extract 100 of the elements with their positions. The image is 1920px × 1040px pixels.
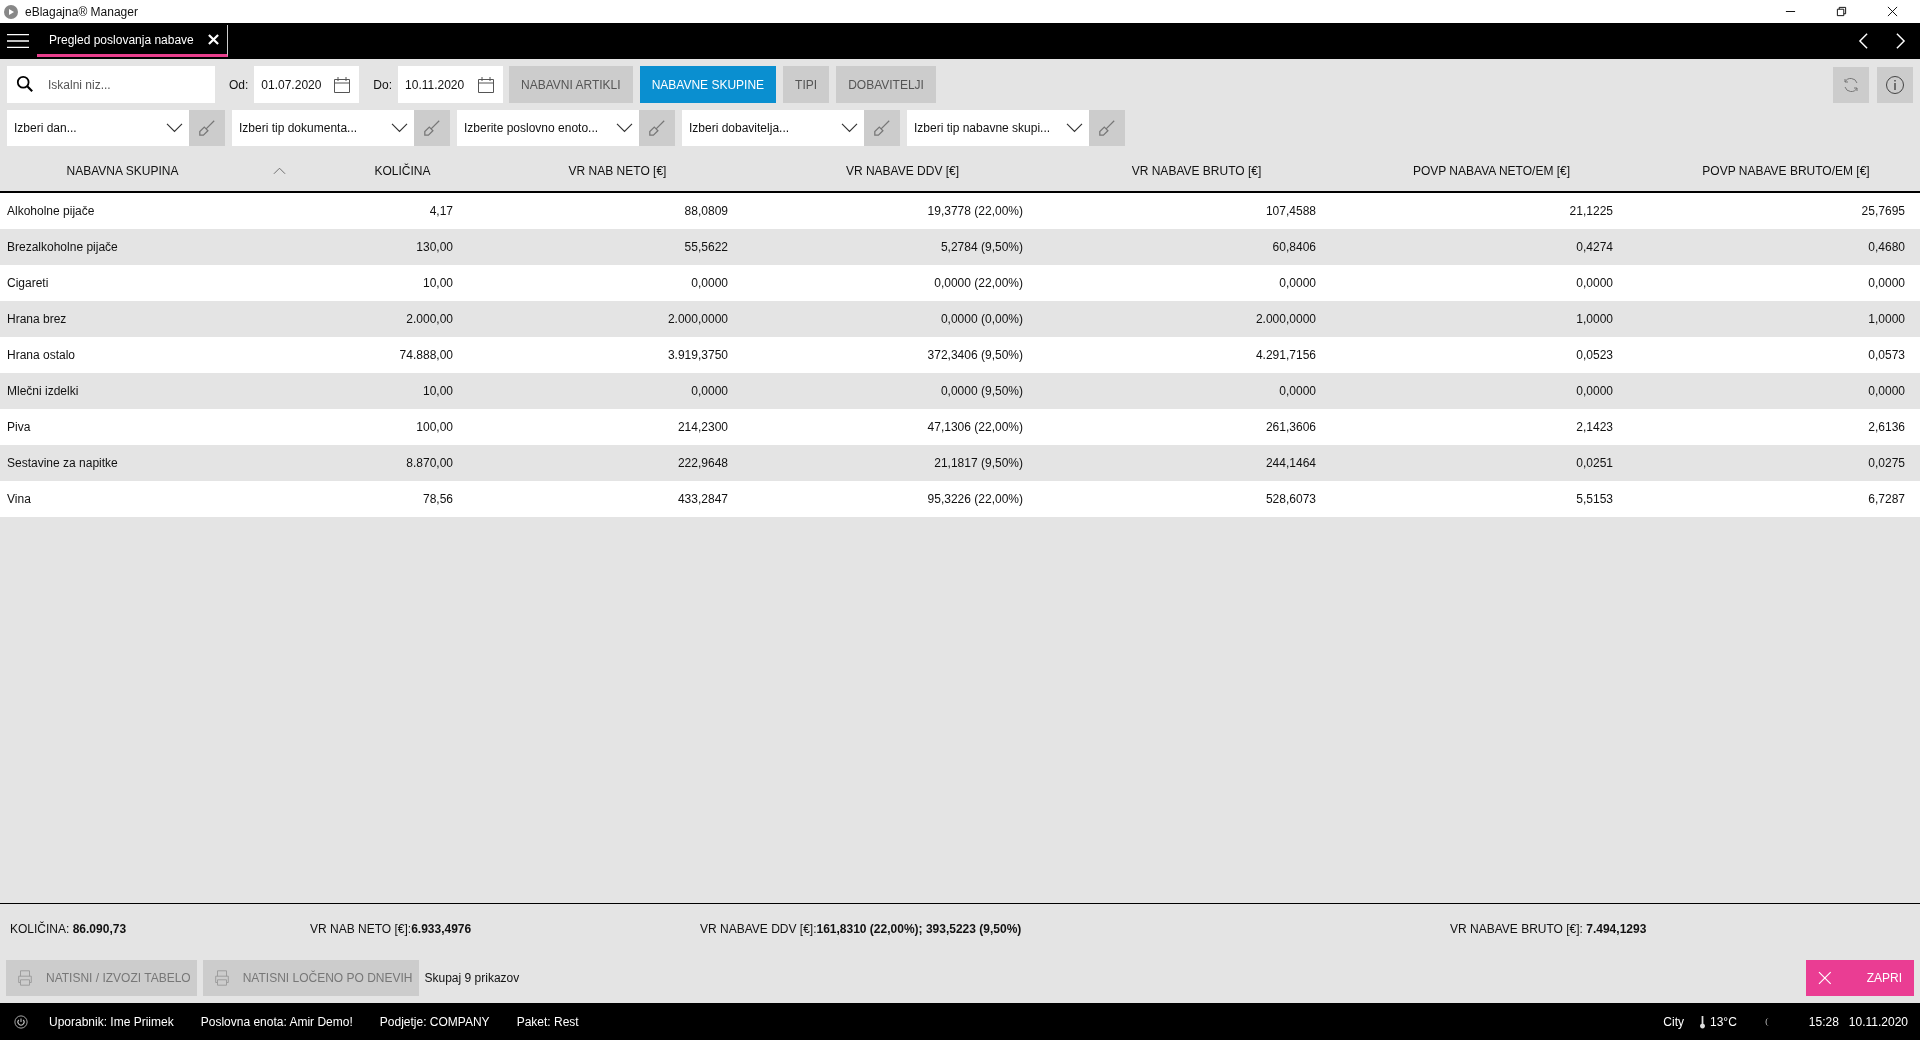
- power-icon[interactable]: [14, 1014, 28, 1029]
- table-cell-text: Alkoholne pijače: [6, 204, 96, 218]
- close-icon[interactable]: [1887, 6, 1898, 17]
- table-cell-text: 2.000,00: [405, 312, 454, 326]
- table-cell-text: 2.000,0000: [666, 312, 729, 326]
- table-cell-text: 222,9648: [676, 456, 729, 470]
- dropdown[interactable]: Izberi dan...: [7, 110, 189, 146]
- column-header[interactable]: POVP NABAVE BRUTO/EM [€]: [1620, 164, 1912, 178]
- brush-icon: [198, 119, 216, 137]
- table-cell-text: Sestavine za napitke: [6, 456, 119, 470]
- table-cell-text: 8.870,00: [405, 456, 454, 470]
- total-text: KOLIČINA: 86.090,73: [10, 922, 128, 936]
- date-to-label: Do:: [373, 77, 393, 92]
- info-icon: [1885, 74, 1905, 95]
- table-cell-text: 10,00: [421, 384, 454, 398]
- table-cell-text: 3.919,3750: [666, 348, 729, 362]
- column-header[interactable]: VR NABAVE BRUTO [€]: [1030, 164, 1323, 178]
- table-cell-text: 0,0000: [690, 276, 729, 290]
- view-tab[interactable]: NABAVNE SKUPINE: [639, 66, 777, 103]
- table-cell-text: 0,0000: [1867, 384, 1906, 398]
- company-text: Podjetje: COMPANY: [379, 1014, 490, 1029]
- table-cell-text: 0,4680: [1867, 240, 1906, 254]
- table-cell-text: 4,17: [428, 204, 454, 218]
- table-cell-text: 74.888,00: [398, 348, 454, 362]
- table-cell-text: 5,2784 (9,50%): [939, 240, 1024, 254]
- dropdown[interactable]: Izberi tip nabavne skupi...: [907, 110, 1089, 146]
- printer-icon: [16, 969, 34, 987]
- brush-icon: [648, 119, 666, 137]
- date-text: 10.11.2020: [1848, 1014, 1908, 1029]
- table-cell-text: 0,0275: [1867, 456, 1906, 470]
- column-header[interactable]: KOLIČINA: [305, 164, 460, 178]
- table-cell-text: 261,3606: [1264, 420, 1317, 434]
- table-cell-text: 0,0000: [690, 384, 729, 398]
- search-field[interactable]: Iskalni niz...: [7, 66, 215, 103]
- chevron-down-icon: [391, 123, 408, 133]
- table-cell-text: 4.291,7156: [1254, 348, 1317, 362]
- table-cell-text: 214,2300: [676, 420, 729, 434]
- date-to-field[interactable]: 10.11.2020: [398, 66, 504, 103]
- table-cell-text: 0,0000 (0,00%): [939, 312, 1024, 326]
- total-text: VR NABAVE DDV [€]:161,8310 (22,00%); 393,5223 (9,50%): [700, 922, 1023, 936]
- table-cell-text: 0,0000: [1575, 384, 1614, 398]
- table-cell-text: 25,7695: [1860, 204, 1906, 218]
- column-header[interactable]: POVP NABAVA NETO/EM [€]: [1323, 164, 1620, 178]
- document-tab[interactable]: Pregled poslovanja nabave: [37, 25, 228, 57]
- search-icon: [16, 75, 34, 93]
- user-text: Uporabnik: Ime Priimek: [49, 1014, 174, 1029]
- table-cell-text: Cigareti: [6, 276, 50, 290]
- table-cell-text: 2,6136: [1867, 420, 1906, 434]
- table-cell-text: Brezalkoholne pijače: [6, 240, 119, 254]
- chevron-down-icon: [1066, 123, 1083, 133]
- table-cell-text: 0,0251: [1575, 456, 1614, 470]
- chevron-down-icon: [841, 123, 858, 133]
- total-text: VR NAB NETO [€]:6.933,4976: [310, 922, 473, 936]
- chevron-down-icon: [616, 123, 633, 133]
- thermometer-icon: [1699, 1014, 1706, 1029]
- table-cell-text: 21,1817 (9,50%): [933, 456, 1024, 470]
- restore-icon[interactable]: [1836, 6, 1847, 17]
- table-cell-text: 2.000,0000: [1254, 312, 1317, 326]
- view-tab[interactable]: TIPI: [783, 66, 830, 103]
- table-cell-text: 6,7287: [1867, 492, 1906, 506]
- package-text: Paket: Rest: [516, 1014, 579, 1029]
- app-logo-icon: [3, 3, 19, 20]
- table-cell-text: 0,0000: [1575, 276, 1614, 290]
- menu-icon[interactable]: [7, 33, 29, 49]
- date-from-field[interactable]: 01.07.2020: [254, 66, 360, 103]
- table-cell-text: 21,1225: [1568, 204, 1614, 218]
- table-cell-text: 47,1306 (22,00%): [926, 420, 1024, 434]
- table-cell-text: 100,00: [415, 420, 454, 434]
- total-text: VR NABAVE BRUTO [€]: 7.494,1293: [1450, 922, 1648, 936]
- forward-icon[interactable]: [1895, 32, 1906, 50]
- view-tab[interactable]: NABAVNI ARTIKLI: [509, 66, 633, 103]
- time-text: 15:28: [1808, 1014, 1839, 1029]
- unit-text: Poslovna enota: Amir Demo!: [200, 1014, 353, 1029]
- table-cell-text: 0,0573: [1867, 348, 1906, 362]
- info-button[interactable]: [1877, 66, 1913, 103]
- column-header[interactable]: VR NAB NETO [€]: [460, 164, 735, 178]
- temperature-text: 13°C: [1710, 1014, 1737, 1029]
- calendar-icon[interactable]: [333, 75, 352, 94]
- close-button[interactable]: ZAPRI: [1806, 960, 1914, 996]
- view-tab[interactable]: DOBAVITELJI: [836, 66, 936, 103]
- window-title: eBlagajna® Manager: [25, 4, 138, 19]
- tab-label: Pregled poslovanja nabave: [49, 32, 194, 47]
- column-header[interactable]: VR NABAVE DDV [€]: [735, 164, 1030, 178]
- table-cell-text: 0,0000: [1867, 276, 1906, 290]
- back-icon[interactable]: [1858, 32, 1869, 50]
- record-count: Skupaj 9 prikazov: [424, 971, 520, 985]
- table-cell-text: 0,0000 (22,00%): [933, 276, 1024, 290]
- table-cell-text: 10,00: [421, 276, 454, 290]
- table-cell-text: 19,3778 (22,00%): [926, 204, 1024, 218]
- table-cell-text: Hrana brez: [6, 312, 68, 326]
- table-cell-text: 130,00: [415, 240, 454, 254]
- table-cell-text: Piva: [6, 420, 32, 434]
- calendar-icon[interactable]: [477, 75, 496, 94]
- column-header[interactable]: NABAVNA SKUPINA: [0, 164, 305, 178]
- dropdown[interactable]: Izberi dobavitelja...: [682, 110, 864, 146]
- dropdown[interactable]: Izberi tip dokumenta...: [232, 110, 414, 146]
- table-cell-text: 5,5153: [1575, 492, 1614, 506]
- dropdown[interactable]: Izberite poslovno enoto...: [457, 110, 639, 146]
- table-cell-text: 55,5622: [683, 240, 729, 254]
- table-cell-text: 433,2847: [676, 492, 729, 506]
